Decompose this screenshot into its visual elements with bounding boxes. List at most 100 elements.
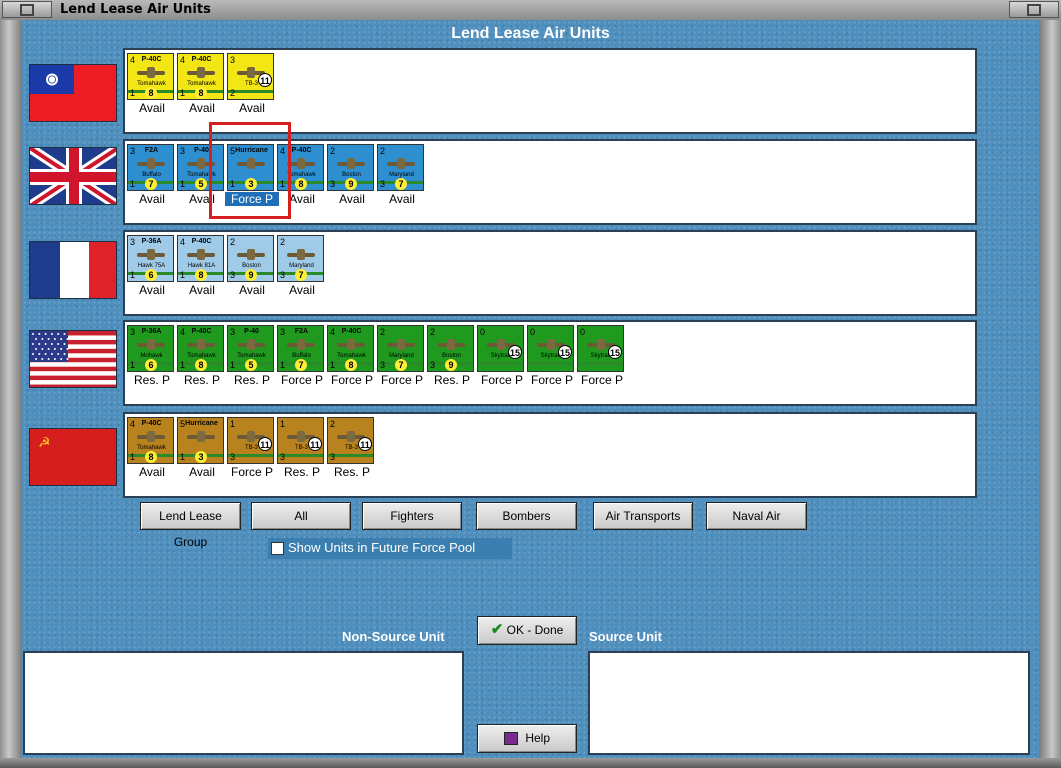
- unit-counter[interactable]: 2 Boston 3 9 Avail: [227, 235, 275, 297]
- unit-counter[interactable]: 2 Boston 3 9 Res. P: [427, 325, 475, 387]
- unit-range-value: 3: [230, 452, 236, 462]
- page-title: Lend Lease Air Units: [451, 25, 610, 42]
- unit-status: Force P: [380, 373, 423, 387]
- unit-counter-image[interactable]: 3 F2A Buffalo 1 7: [277, 325, 324, 372]
- unit-counter-image[interactable]: 4 P-40C Tomahawk 1 8: [127, 53, 174, 100]
- unit-counter-image[interactable]: 3 P-40 Tomahawk 1 5: [227, 325, 274, 372]
- naval-air-button[interactable]: Naval Air: [706, 502, 807, 530]
- unit-counter-image[interactable]: 1 TB-3 3 11: [227, 417, 274, 464]
- help-button[interactable]: Help: [477, 724, 577, 753]
- source-unit-label: Source Unit: [589, 629, 662, 644]
- france-flag: [29, 241, 117, 299]
- unit-counter[interactable]: 0 Skytrain 15 Force P: [477, 325, 525, 387]
- unit-status: Force P: [480, 373, 523, 387]
- unit-counter-image[interactable]: 3 P-36A Hawk 75A 1 6: [127, 235, 174, 282]
- unit-counter-image[interactable]: 2 Boston 3 9: [227, 235, 274, 282]
- unit-counter-image[interactable]: 2 Maryland 3 7: [377, 325, 424, 372]
- unit-model: P-40C: [141, 420, 162, 427]
- unit-counter[interactable]: 0 Skytrain 15 Force P: [527, 325, 575, 387]
- unit-status: Avail: [139, 101, 165, 115]
- unit-counter[interactable]: 4 P-40C Tomahawk 1 8 Avail: [127, 53, 175, 115]
- unit-counter[interactable]: 4 P-40C Tomahawk 1 8 Force P: [327, 325, 375, 387]
- unit-strength-badge: 5: [245, 359, 257, 371]
- ok-done-button[interactable]: ✔ OK - Done: [477, 616, 577, 645]
- unit-counter[interactable]: 4 P-40C Tomahawk 1 8 Avail: [177, 53, 225, 115]
- future-force-pool-checkbox[interactable]: [271, 542, 284, 555]
- unit-counter[interactable]: 2 TB-3 3 11 Res. P: [327, 417, 375, 479]
- unit-strength-badge: 6: [145, 269, 157, 281]
- unit-strength-badge: 15: [508, 345, 522, 359]
- window-frame-right: [1039, 20, 1061, 768]
- unit-strength-badge: 5: [195, 178, 207, 190]
- fighters-button[interactable]: Fighters: [362, 502, 462, 530]
- unit-counter-image[interactable]: 3 F2A Buffalo 1 7: [127, 144, 174, 191]
- unit-range-value: 1: [180, 270, 186, 280]
- window-title: Lend Lease Air Units: [60, 2, 211, 17]
- unit-counter[interactable]: 5 Hurricane 1 3 Avail: [177, 417, 225, 479]
- unit-counter-image[interactable]: 4 P-40C Tomahawk 1 8: [127, 417, 174, 464]
- unit-counter[interactable]: 1 TB-3 3 11 Force P: [227, 417, 275, 479]
- unit-counter[interactable]: 3 F2A Buffalo 1 7 Force P: [277, 325, 325, 387]
- air-transports-button[interactable]: Air Transports: [593, 502, 693, 530]
- window-menu-button[interactable]: [2, 1, 52, 18]
- unit-counter-image[interactable]: 0 Skytrain 15: [577, 325, 624, 372]
- unit-counter-image[interactable]: 2 Boston 3 9: [427, 325, 474, 372]
- unit-counter[interactable]: 3 P-36A Hawk 75A 1 6 Avail: [127, 235, 175, 297]
- window-frame-bottom: [0, 758, 1061, 768]
- unit-strength-badge: 9: [245, 269, 257, 281]
- unit-counter-image[interactable]: 4 P-40C Tomahawk 1 8: [177, 325, 224, 372]
- unit-counter-image[interactable]: 2 TB-3 3 11: [327, 417, 374, 464]
- unit-counter[interactable]: 0 Skytrain 15 Force P: [577, 325, 625, 387]
- unit-counter[interactable]: 2 Maryland 3 7 Avail: [377, 144, 425, 206]
- unit-counter[interactable]: 3 P-36A Mohawk 1 6 Res. P: [127, 325, 175, 387]
- unit-strength-badge: 7: [395, 359, 407, 371]
- unit-counter-image[interactable]: 2 Maryland 3 7: [377, 144, 424, 191]
- title-bar[interactable]: Lend Lease Air Units: [0, 0, 1061, 21]
- unit-status: Force P: [330, 373, 373, 387]
- bombers-button[interactable]: Bombers: [476, 502, 577, 530]
- unit-status: Force P: [530, 373, 573, 387]
- china-flag-image: [30, 65, 74, 94]
- non-source-unit-box: [23, 651, 464, 755]
- unit-counter[interactable]: 2 Maryland 3 7 Avail: [277, 235, 325, 297]
- checkmark-icon: ✔: [490, 621, 504, 638]
- unit-counter[interactable]: 3 P-40 Tomahawk 1 5 Res. P: [227, 325, 275, 387]
- unit-counter-image[interactable]: 5 Hurricane 1 3: [177, 417, 224, 464]
- unit-strength-badge: 8: [195, 359, 207, 371]
- unit-counter-image[interactable]: 0 Skytrain 15: [477, 325, 524, 372]
- unit-counter[interactable]: 2 Boston 3 9 Avail: [327, 144, 375, 206]
- unit-counter[interactable]: 4 P-40C Tomahawk 1 8 Res. P: [177, 325, 225, 387]
- unit-status: Res. P: [233, 373, 270, 387]
- unit-counter-image[interactable]: 2 Maryland 3 7: [277, 235, 324, 282]
- unit-counter[interactable]: 4 P-40C Hawk 81A 1 8 Avail: [177, 235, 225, 297]
- unit-counter-image[interactable]: 3 TB-3 2 11: [227, 53, 274, 100]
- unit-counter[interactable]: 1 TB-3 3 11 Res. P: [277, 417, 325, 479]
- china-flag: [29, 64, 117, 122]
- unit-model: P-40: [244, 328, 259, 335]
- maximize-button[interactable]: [1009, 1, 1059, 18]
- unit-attack-value: 0: [480, 327, 486, 337]
- unit-counter-image[interactable]: 2 Boston 3 9: [327, 144, 374, 191]
- unit-counter-image[interactable]: 3 P-36A Mohawk 1 6: [127, 325, 174, 372]
- unit-model: F2A: [144, 147, 159, 154]
- unit-counter[interactable]: 3 F2A Buffalo 1 7 Avail: [127, 144, 175, 206]
- unit-counter-image[interactable]: 4 P-40C Hawk 81A 1 8: [177, 235, 224, 282]
- unit-status: Avail: [139, 283, 165, 297]
- unit-counter-image[interactable]: 4 P-40C Tomahawk 1 8: [177, 53, 224, 100]
- unit-attack-value: 2: [330, 146, 336, 156]
- unit-counter[interactable]: 2 Maryland 3 7 Force P: [377, 325, 425, 387]
- svg-text:☭: ☭: [38, 435, 51, 451]
- lend-lease-group-button[interactable]: Lend Lease Group: [140, 502, 241, 549]
- unit-counter-image[interactable]: 0 Skytrain 15: [527, 325, 574, 372]
- non-source-unit-label: Non-Source Unit: [342, 629, 445, 644]
- unit-status: Avail: [189, 101, 215, 115]
- unit-range-value: 1: [180, 452, 186, 462]
- unit-range-value: 3: [330, 452, 336, 462]
- all-button[interactable]: All: [251, 502, 351, 530]
- unit-counter[interactable]: 3 TB-3 2 11 Avail: [227, 53, 275, 115]
- unit-counter[interactable]: 4 P-40C Tomahawk 1 8 Avail: [127, 417, 175, 479]
- future-force-pool-option[interactable]: Show Units in Future Force Pool: [268, 538, 512, 559]
- unit-counter-image[interactable]: 1 TB-3 3 11: [277, 417, 324, 464]
- unit-status: Res. P: [283, 465, 320, 479]
- unit-counter-image[interactable]: 4 P-40C Tomahawk 1 8: [327, 325, 374, 372]
